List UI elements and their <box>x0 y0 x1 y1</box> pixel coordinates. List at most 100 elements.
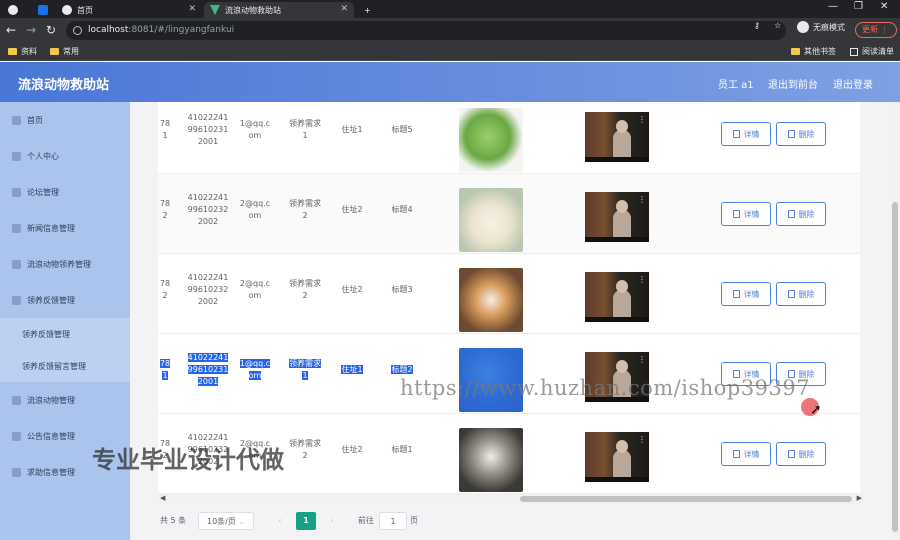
back-to-front-link[interactable]: 退出到前台 <box>768 76 818 91</box>
video-thumbnail[interactable]: ⋮ <box>585 432 649 482</box>
cell-idcard: 41022241 99610231 2001 <box>178 352 238 388</box>
scroll-right-icon[interactable]: ▶ <box>857 494 862 502</box>
bookmark-folder[interactable]: 资料 <box>8 46 37 57</box>
reading-list[interactable]: 阅读清单 <box>850 46 894 57</box>
detail-button[interactable]: 详情 <box>721 282 771 306</box>
trash-icon <box>787 130 795 138</box>
sidebar-item-news[interactable]: 新闻信息管理 <box>0 210 130 246</box>
close-icon[interactable]: ✕ <box>340 4 348 14</box>
video-controls[interactable] <box>585 317 649 322</box>
more-icon[interactable]: ⋮ <box>638 275 646 284</box>
horizontal-scrollbar[interactable]: ◀ ▶ <box>158 494 864 504</box>
logout-link[interactable]: 退出登录 <box>833 76 873 91</box>
more-icon[interactable]: ⋮ <box>638 195 646 204</box>
cell-need: 领养需求 2 <box>282 198 328 222</box>
cell-idcard: 41022241 99610232 2002 <box>178 272 238 308</box>
url-input[interactable]: localhost:8081/#/lingyangfankui <box>66 21 786 40</box>
video-controls[interactable] <box>585 157 649 162</box>
detail-button[interactable]: 详情 <box>721 442 771 466</box>
tab-pinned-1[interactable] <box>2 2 30 18</box>
new-tab-button[interactable]: + <box>358 2 376 18</box>
back-icon[interactable]: ← <box>6 23 16 37</box>
cell-title-line: 标题5 <box>391 125 413 134</box>
cell-idcard: 41022241 99610231 2001 <box>178 112 238 148</box>
cell-address-line: 住址2 <box>341 285 363 294</box>
tab-label: 首页 <box>77 5 93 15</box>
more-icon[interactable]: ⋮ <box>638 435 646 444</box>
other-bookmarks[interactable]: 其他书签 <box>791 46 836 57</box>
sidebar-item-feedback[interactable]: 领养反馈管理 <box>0 282 130 318</box>
scrollbar-thumb[interactable] <box>892 202 898 532</box>
cell-idcard-line: 2002 <box>197 217 219 226</box>
video-thumbnail[interactable]: ⋮ <box>585 192 649 242</box>
cell-email-line: om <box>248 131 262 140</box>
news-icon <box>12 223 21 233</box>
reload-icon[interactable]: ↻ <box>46 23 56 37</box>
sidebar-item-forum[interactable]: 论坛管理 <box>0 174 130 210</box>
video-controls[interactable] <box>585 477 649 482</box>
bookmark-folder[interactable]: 常用 <box>50 46 79 57</box>
scroll-left-icon[interactable]: ◀ <box>160 494 165 502</box>
page-size-select[interactable]: 10条/页 ⌄ <box>198 512 254 530</box>
cell-id: 78 2 <box>158 278 172 302</box>
detail-button-label: 详情 <box>743 289 760 299</box>
video-thumbnail[interactable]: ⋮ <box>585 112 649 162</box>
cell-idcard-line: 41022241 <box>187 353 229 362</box>
cell-need-line: 领养需求 <box>289 439 321 448</box>
sidebar-item-home[interactable]: 首页 <box>0 102 130 138</box>
sidebar-item-label: 个人中心 <box>27 151 59 161</box>
close-icon[interactable]: ✕ <box>188 4 196 14</box>
video-controls[interactable] <box>585 237 649 242</box>
vue-icon <box>210 5 220 15</box>
watermark-url: https://www.huzhan.com/ishop39397 <box>400 376 811 400</box>
video-thumbnail[interactable]: ⋮ <box>585 272 649 322</box>
folder-icon <box>50 48 59 55</box>
incognito-indicator[interactable]: 无痕模式 <box>797 21 845 33</box>
scrollbar-thumb[interactable] <box>520 496 852 502</box>
detail-button[interactable]: 详情 <box>721 122 771 146</box>
next-page-button[interactable]: › <box>322 512 342 530</box>
delete-button[interactable]: 删除 <box>776 202 826 226</box>
browser-tab-bar: 首页 ✕ 流浪动物救助站 ✕ + — ❐ ✕ <box>0 0 900 18</box>
feedback-icon <box>12 295 21 305</box>
tab-active[interactable]: 流浪动物救助站 ✕ <box>204 2 354 18</box>
maximize-icon[interactable]: ❐ <box>854 1 863 12</box>
video-frame <box>616 280 628 293</box>
tab-pinned-2[interactable] <box>32 2 54 18</box>
key-icon[interactable]: ⚷ <box>754 21 760 30</box>
delete-button[interactable]: 删除 <box>776 122 826 146</box>
prev-page-button[interactable]: ‹ <box>270 512 290 530</box>
delete-button[interactable]: 删除 <box>776 282 826 306</box>
close-window-icon[interactable]: ✕ <box>880 1 888 12</box>
app-header: 流浪动物救助站 员工 a1 退出到前台 退出登录 <box>0 62 900 102</box>
more-icon[interactable]: ⋮ <box>638 115 646 124</box>
sidebar-item-adoption[interactable]: 流浪动物领养管理 <box>0 246 130 282</box>
cell-title: 标题4 <box>384 204 420 216</box>
cell-address: 住址1 <box>334 124 370 136</box>
delete-button[interactable]: 删除 <box>776 442 826 466</box>
more-icon[interactable]: ⋮ <box>638 355 646 364</box>
table-row: 78 1 41022241 99610231 2001 1@qq.c om 领养需求 1 住址1 标… <box>158 102 860 174</box>
star-icon[interactable]: ☆ <box>774 21 781 30</box>
sidebar-subitem-feedback-message[interactable]: 领养反馈留言管理 <box>0 350 130 382</box>
page-number-current[interactable]: 1 <box>296 512 316 530</box>
cell-id-line: 1 <box>162 131 168 140</box>
minimize-icon[interactable]: — <box>828 1 838 12</box>
cell-email-line: om <box>248 211 262 220</box>
detail-button[interactable]: 详情 <box>721 202 771 226</box>
url-path: :8081/#/lingyangfankui <box>128 25 235 35</box>
update-label: 更新 <box>862 25 878 34</box>
document-icon <box>732 130 740 138</box>
cell-email-line: 2@qq.c <box>239 279 271 288</box>
tab-home[interactable]: 首页 ✕ <box>56 2 202 18</box>
update-button[interactable]: 更新 ⋮ <box>855 22 897 38</box>
forward-icon[interactable]: → <box>26 23 36 37</box>
vertical-scrollbar[interactable] <box>890 102 900 540</box>
user-icon <box>12 151 21 161</box>
sidebar-subitem-feedback[interactable]: 领养反馈管理 <box>0 318 130 350</box>
goto-page-input[interactable]: 1 <box>379 512 407 530</box>
sidebar-item-profile[interactable]: 个人中心 <box>0 138 130 174</box>
sidebar-item-animals[interactable]: 流浪动物管理 <box>0 382 130 418</box>
detail-button-label: 详情 <box>743 449 760 459</box>
url-host: localhost <box>88 25 129 35</box>
